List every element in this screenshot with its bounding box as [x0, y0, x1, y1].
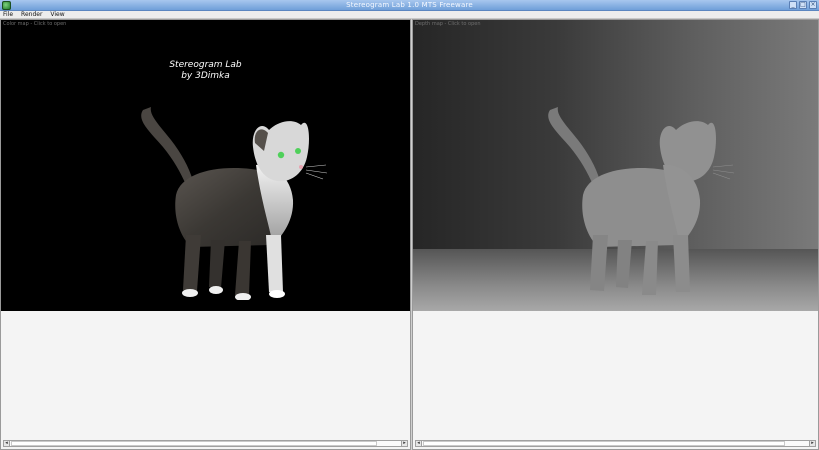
- title-bar[interactable]: Stereogram Lab 1.0 MTS Freeware _ □ ×: [0, 0, 819, 11]
- window-title: Stereogram Lab 1.0 MTS Freeware: [346, 1, 473, 9]
- color-map-image[interactable]: Color map - Click to open Stereogram Lab…: [1, 20, 410, 311]
- scroll-right-icon[interactable]: ▸: [401, 440, 408, 447]
- scroll-thumb[interactable]: [423, 441, 785, 446]
- credit-line-2: by 3Dimka: [181, 71, 230, 81]
- color-map-hint: Color map - Click to open: [3, 21, 67, 27]
- menu-file[interactable]: File: [3, 11, 13, 19]
- scroll-left-icon[interactable]: ◂: [3, 440, 10, 447]
- color-map-hscrollbar[interactable]: ◂ ▸: [3, 440, 408, 447]
- app-window: Stereogram Lab 1.0 MTS Freeware _ □ × Fi…: [0, 0, 819, 450]
- menu-render[interactable]: Render: [21, 11, 42, 19]
- minimize-icon[interactable]: _: [789, 1, 797, 9]
- color-map-pane: Color map - Click to open Stereogram Lab…: [0, 19, 411, 450]
- depth-map-hint: Depth map - Click to open: [415, 21, 481, 27]
- scroll-right-icon[interactable]: ▸: [809, 440, 816, 447]
- maximize-icon[interactable]: □: [799, 1, 807, 9]
- window-controls: _ □ ×: [789, 1, 817, 9]
- menu-bar: File Render View: [0, 11, 819, 19]
- menu-view[interactable]: View: [50, 11, 64, 19]
- scroll-left-icon[interactable]: ◂: [415, 440, 422, 447]
- close-icon[interactable]: ×: [809, 1, 817, 9]
- depth-map-pane: Depth map - Click to open ◂ ▸: [412, 19, 819, 450]
- credit-line-1: Stereogram Lab: [169, 60, 242, 70]
- depth-map-image[interactable]: Depth map - Click to open: [413, 20, 818, 311]
- cat-depth-silhouette: [548, 107, 735, 295]
- depth-map-hscrollbar[interactable]: ◂ ▸: [415, 440, 816, 447]
- scroll-thumb[interactable]: [11, 441, 377, 446]
- cat-color-figure: [141, 107, 328, 300]
